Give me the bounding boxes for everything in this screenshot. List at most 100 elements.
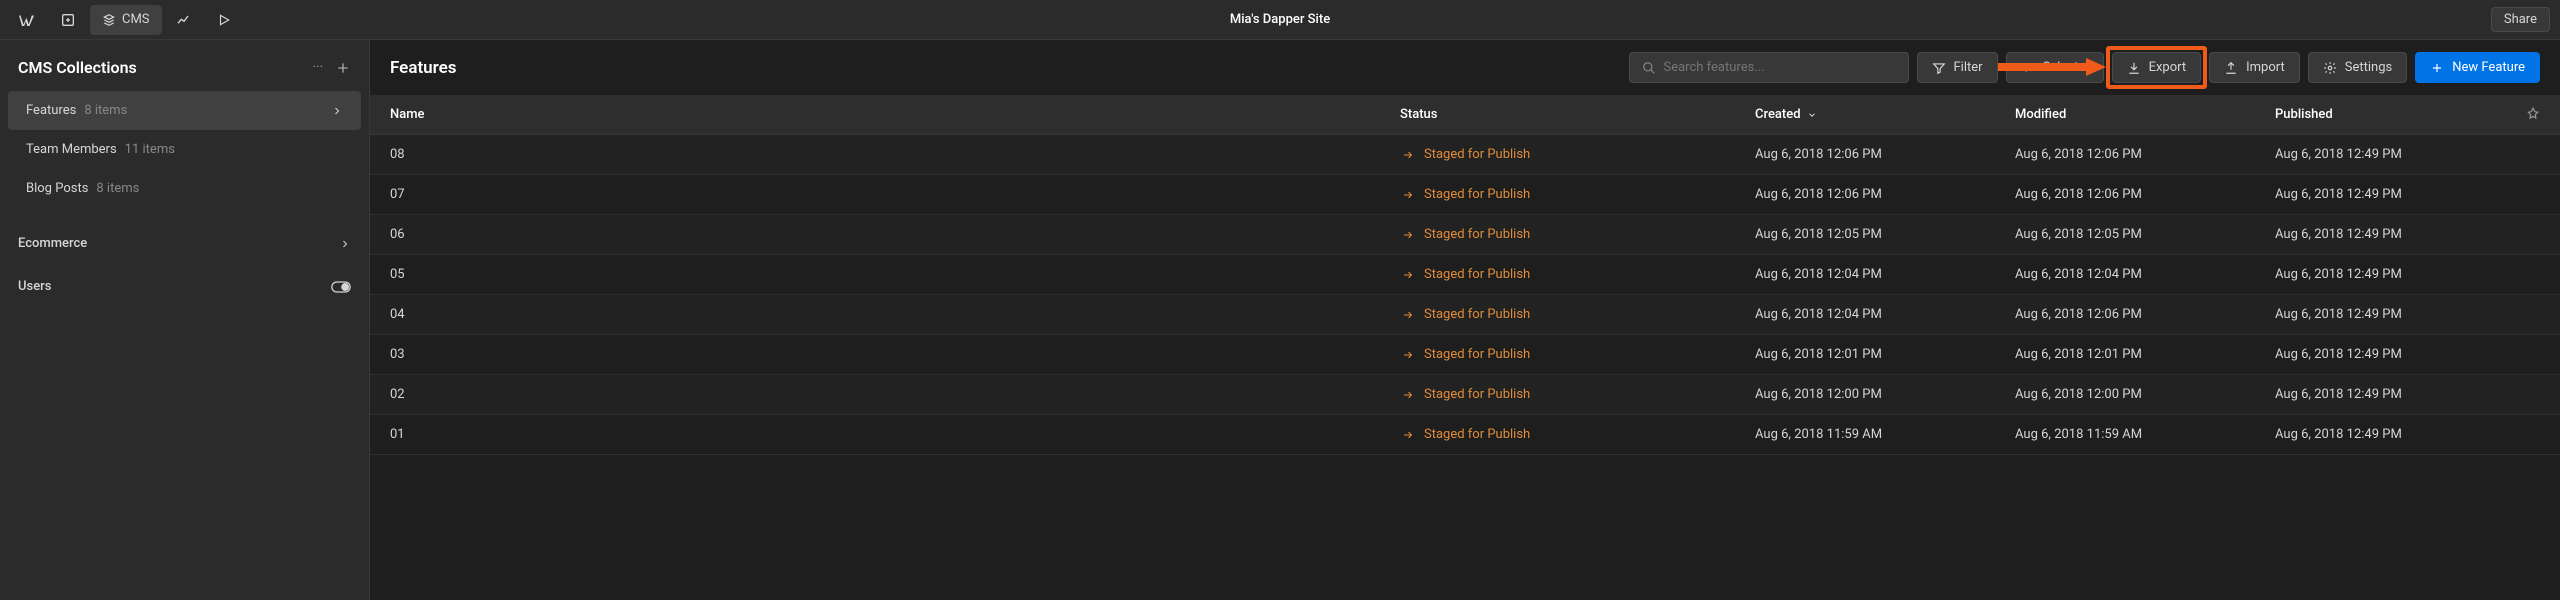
- stack-icon: [102, 13, 116, 27]
- cell-modified: Aug 6, 2018 12:06 PM: [2015, 147, 2275, 162]
- sidebar: CMS Collections ··· Features 8 items Team …: [0, 40, 370, 600]
- cell-name: 08: [390, 147, 1400, 162]
- cell-status: Staged for Publish: [1400, 267, 1755, 282]
- collection-name: Team Members: [26, 142, 117, 157]
- search-icon: [1642, 61, 1656, 75]
- arrow-right-icon: [1400, 149, 1416, 161]
- cell-status: Staged for Publish: [1400, 147, 1755, 162]
- select-button[interactable]: Select...: [2006, 52, 2104, 83]
- more-icon[interactable]: ···: [313, 60, 323, 76]
- cell-modified: Aug 6, 2018 11:59 AM: [2015, 427, 2275, 442]
- add-collection-icon[interactable]: [335, 60, 351, 76]
- filter-button[interactable]: Filter: [1917, 52, 1998, 83]
- new-feature-button[interactable]: New Feature: [2415, 52, 2540, 83]
- table-row[interactable]: 04Staged for PublishAug 6, 2018 12:04 PM…: [370, 295, 2560, 335]
- cell-published: Aug 6, 2018 12:49 PM: [2275, 427, 2540, 442]
- cms-tab[interactable]: CMS: [90, 5, 162, 35]
- pin-icon[interactable]: [2526, 107, 2540, 122]
- collections-list: Features8 itemsTeam Members11 itemsBlog …: [0, 91, 369, 208]
- add-page-icon[interactable]: [50, 5, 86, 35]
- site-title: Mia's Dapper Site: [1230, 12, 1330, 27]
- cell-created: Aug 6, 2018 12:00 PM: [1755, 387, 2015, 402]
- col-name[interactable]: Name: [390, 107, 1400, 122]
- collection-item[interactable]: Features 8 items: [8, 91, 361, 130]
- sidebar-header: CMS Collections ···: [0, 40, 369, 91]
- sidebar-section-users[interactable]: Users: [0, 265, 369, 308]
- content: Features Filter Select... Export: [370, 40, 2560, 600]
- content-title: Features: [390, 58, 457, 78]
- cell-published: Aug 6, 2018 12:49 PM: [2275, 147, 2540, 162]
- cell-modified: Aug 6, 2018 12:01 PM: [2015, 347, 2275, 362]
- cell-published: Aug 6, 2018 12:49 PM: [2275, 347, 2540, 362]
- arrow-right-icon: [1400, 389, 1416, 401]
- cell-name: 05: [390, 267, 1400, 282]
- cell-name: 07: [390, 187, 1400, 202]
- cell-published: Aug 6, 2018 12:49 PM: [2275, 387, 2540, 402]
- table-row[interactable]: 01Staged for PublishAug 6, 2018 11:59 AM…: [370, 415, 2560, 455]
- settings-button[interactable]: Settings: [2308, 52, 2407, 83]
- collection-item[interactable]: Blog Posts8 items: [8, 169, 361, 208]
- collection-item[interactable]: Team Members11 items: [8, 130, 361, 169]
- table-body: 08Staged for PublishAug 6, 2018 12:06 PM…: [370, 135, 2560, 455]
- content-header: Features Filter Select... Export: [370, 40, 2560, 95]
- table-header: Name Status Created Modified Published: [370, 95, 2560, 135]
- table-row[interactable]: 02Staged for PublishAug 6, 2018 12:00 PM…: [370, 375, 2560, 415]
- cell-name: 03: [390, 347, 1400, 362]
- cell-modified: Aug 6, 2018 12:06 PM: [2015, 307, 2275, 322]
- cms-tab-label: CMS: [122, 12, 150, 27]
- logo-icon[interactable]: [10, 5, 46, 35]
- arrow-right-icon: [1400, 349, 1416, 361]
- arrow-right-icon: [1400, 429, 1416, 441]
- col-published[interactable]: Published: [2275, 107, 2526, 122]
- select-icon: [2021, 61, 2035, 75]
- analytics-icon[interactable]: [166, 5, 202, 35]
- table-row[interactable]: 07Staged for PublishAug 6, 2018 12:06 PM…: [370, 175, 2560, 215]
- sidebar-title: CMS Collections: [18, 58, 137, 77]
- search-input[interactable]: [1664, 60, 1896, 75]
- cell-status: Staged for Publish: [1400, 307, 1755, 322]
- cell-modified: Aug 6, 2018 12:05 PM: [2015, 227, 2275, 242]
- table-row[interactable]: 08Staged for Publish Aug 6, 2018 12:06 PM…: [370, 135, 2560, 175]
- cell-name: 04: [390, 307, 1400, 322]
- table-row[interactable]: 05Staged for Publish Aug 6, 2018 12:04 PM…: [370, 255, 2560, 295]
- collection-name: Features: [26, 103, 76, 118]
- export-button[interactable]: Export: [2112, 52, 2202, 83]
- col-status[interactable]: Status: [1400, 107, 1755, 122]
- content-actions: Filter Select... Export Import Se: [1629, 52, 2541, 83]
- cell-published: Aug 6, 2018 12:49 PM: [2275, 267, 2540, 282]
- col-modified[interactable]: Modified: [2015, 107, 2275, 122]
- chevron-right-icon: [331, 105, 343, 117]
- cell-name: 01: [390, 427, 1400, 442]
- import-button[interactable]: Import: [2209, 52, 2300, 83]
- collection-name: Blog Posts: [26, 181, 88, 196]
- sidebar-section-ecommerce[interactable]: Ecommerce: [0, 222, 369, 265]
- cell-status: Staged for Publish: [1400, 387, 1755, 402]
- chevron-right-icon: [339, 238, 351, 250]
- share-button[interactable]: Share: [2491, 7, 2550, 32]
- export-icon: [2127, 61, 2141, 75]
- table-row[interactable]: 06Staged for PublishAug 6, 2018 12:05 PM…: [370, 215, 2560, 255]
- cell-modified: Aug 6, 2018 12:06 PM: [2015, 187, 2275, 202]
- topbar: CMS Mia's Dapper Site Share: [0, 0, 2560, 40]
- collection-count: 8 items: [84, 103, 127, 118]
- cell-modified: Aug 6, 2018 12:04 PM: [2015, 267, 2275, 282]
- gear-icon: [2323, 61, 2337, 75]
- cell-name: 06: [390, 227, 1400, 242]
- cell-name: 02: [390, 387, 1400, 402]
- cell-created: Aug 6, 2018 12:05 PM: [1755, 227, 2015, 242]
- cell-status: Staged for Publish: [1400, 347, 1755, 362]
- arrow-right-icon: [1400, 309, 1416, 321]
- cell-published: Aug 6, 2018 12:49 PM: [2275, 307, 2540, 322]
- section-label: Users: [18, 279, 51, 294]
- table-row[interactable]: 03Staged for Publish Aug 6, 2018 12:01 PM…: [370, 335, 2560, 375]
- cell-published: Aug 6, 2018 12:49 PM: [2275, 227, 2540, 242]
- cell-status: Staged for Publish: [1400, 187, 1755, 202]
- cell-created: Aug 6, 2018 12:06 PM: [1755, 187, 2015, 202]
- play-icon[interactable]: [206, 5, 242, 35]
- topbar-left: CMS: [10, 5, 242, 35]
- main: CMS Collections ··· Features 8 items Team …: [0, 40, 2560, 600]
- search-box[interactable]: [1629, 52, 1909, 83]
- plus-icon: [2430, 61, 2444, 75]
- col-created[interactable]: Created: [1755, 107, 2015, 122]
- filter-icon: [1932, 61, 1946, 75]
